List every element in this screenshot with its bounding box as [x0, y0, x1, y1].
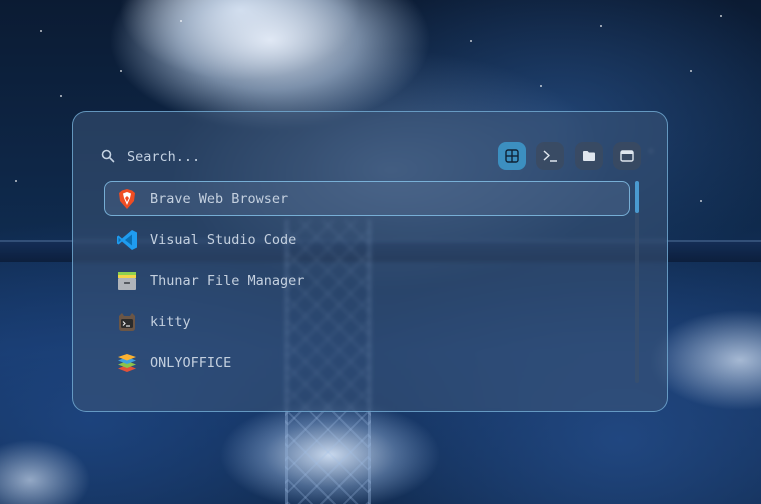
app-item-vscode[interactable]: Visual Studio Code	[104, 222, 630, 257]
app-item-kitty[interactable]: kitty	[104, 304, 630, 339]
search-input[interactable]	[127, 146, 427, 168]
app-list-scrollbar[interactable]	[635, 181, 639, 383]
app-item-thunar[interactable]: Thunar File Manager	[104, 263, 630, 298]
app-item-brave[interactable]: Brave Web Browser	[104, 181, 630, 216]
app-label-thunar: Thunar File Manager	[150, 273, 305, 289]
app-list: Brave Web Browser Visual Studio Code Thu…	[104, 181, 630, 391]
thunar-icon	[118, 272, 136, 290]
terminal-icon	[543, 150, 557, 162]
apps-mode-button[interactable]	[498, 142, 526, 170]
window-icon	[620, 150, 634, 162]
onlyoffice-icon	[118, 354, 136, 372]
search-bar	[101, 142, 641, 172]
folder-icon	[583, 151, 595, 161]
windows-mode-button[interactable]	[613, 142, 641, 170]
grid-icon	[505, 149, 519, 163]
app-label-onlyoffice: ONLYOFFICE	[150, 355, 232, 371]
app-label-vscode: Visual Studio Code	[150, 232, 297, 248]
vscode-icon	[117, 230, 137, 250]
terminal-mode-button[interactable]	[536, 142, 564, 170]
app-item-onlyoffice[interactable]: ONLYOFFICE	[104, 345, 630, 380]
app-label-brave: Brave Web Browser	[150, 191, 289, 207]
search-icon	[101, 149, 115, 163]
desktop-wallpaper: Brave Web Browser Visual Studio Code Thu…	[0, 0, 761, 504]
kitty-icon	[119, 313, 135, 331]
app-label-kitty: kitty	[150, 314, 191, 330]
app-launcher-window: Brave Web Browser Visual Studio Code Thu…	[72, 111, 668, 412]
files-mode-button[interactable]	[575, 142, 603, 170]
scrollbar-thumb[interactable]	[635, 181, 639, 213]
brave-icon	[119, 189, 135, 209]
